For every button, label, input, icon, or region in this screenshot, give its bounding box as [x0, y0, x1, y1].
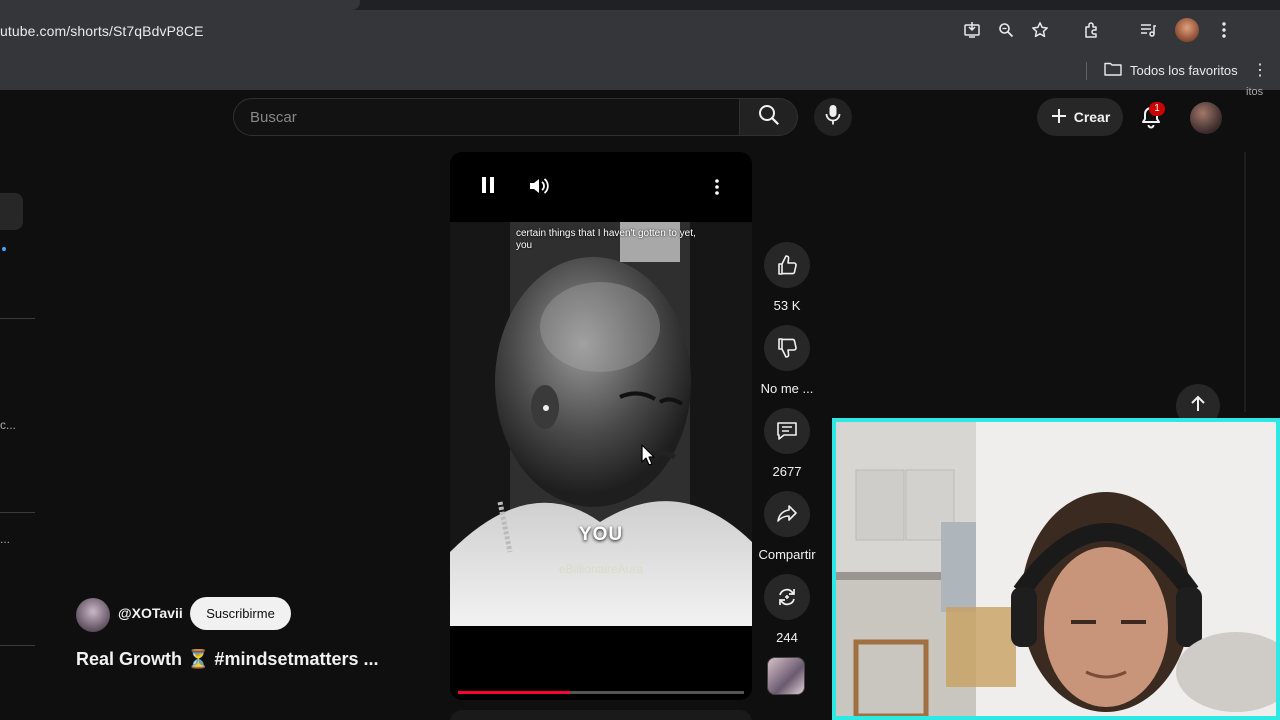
share-button[interactable]: Compartir: [757, 491, 817, 562]
voice-search-button[interactable]: [814, 98, 852, 136]
browser-menu-icon[interactable]: [1213, 19, 1235, 41]
create-button[interactable]: Crear: [1037, 98, 1123, 136]
sidebar-active-item[interactable]: [0, 193, 23, 230]
tab-strip: [0, 0, 1280, 10]
more-options-icon[interactable]: [714, 178, 720, 201]
shorts-player[interactable]: certain things that I haven't gotten to …: [450, 152, 752, 700]
search-input[interactable]: Buscar: [233, 98, 740, 136]
share-icon: [764, 491, 810, 537]
volume-icon[interactable]: [528, 176, 552, 201]
bookmarks-bar: Todos los favoritos ⋮: [0, 52, 1280, 90]
sidebar-live-dot: [2, 247, 6, 251]
bookmark-star-icon[interactable]: [1029, 19, 1051, 41]
notification-count-badge: 1: [1149, 102, 1165, 116]
like-icon: [764, 242, 810, 288]
comment-count: 2677: [772, 464, 802, 479]
remix-button[interactable]: 244: [757, 574, 817, 645]
sound-thumbnail[interactable]: [767, 657, 805, 695]
search-button[interactable]: [740, 98, 798, 136]
folder-icon: [1104, 61, 1122, 79]
search-placeholder: Buscar: [250, 108, 297, 126]
bookmark-fragment: itos: [1246, 86, 1264, 98]
webcam-overlay: [832, 418, 1280, 720]
video-title[interactable]: Real Growth ⏳ #mindsetmatters ...: [76, 649, 378, 670]
webcam-feed-image: [836, 422, 1276, 716]
dislike-label: No me ...: [760, 381, 814, 396]
progress-bar[interactable]: [458, 691, 744, 694]
comment-icon: [764, 408, 810, 454]
dislike-icon: [764, 325, 810, 371]
install-app-icon[interactable]: [961, 19, 983, 41]
video-watermark: eBillionaireAura: [558, 562, 644, 576]
active-tab[interactable]: [0, 0, 360, 10]
zoom-icon[interactable]: [995, 19, 1017, 41]
search-icon: [758, 104, 780, 131]
channel-handle[interactable]: @XOTavii: [118, 605, 183, 621]
browser-toolbar: utube.com/shorts/St7qBdvP8CE: [0, 10, 1280, 52]
dislike-button[interactable]: No me ...: [757, 325, 817, 396]
screen: ✕ utube.com/shorts/St7qBdvP8CE Todos lo: [0, 0, 1280, 720]
sidebar-divider: [0, 512, 35, 513]
sidebar-item-fragment[interactable]: c...: [0, 418, 16, 432]
right-panel-edge: [1244, 152, 1246, 412]
sidebar-divider: [0, 645, 35, 646]
caption-text: certain things that I haven't gotten to …: [516, 228, 696, 251]
remix-count: 244: [776, 630, 798, 645]
bookmarks-separator: [1086, 62, 1087, 80]
comments-button[interactable]: 2677: [757, 408, 817, 479]
account-avatar[interactable]: [1190, 102, 1222, 134]
bookmarks-overflow-icon[interactable]: ⋮: [1252, 60, 1268, 80]
extensions-icon[interactable]: [1081, 19, 1103, 41]
like-button[interactable]: 53 K: [757, 242, 817, 313]
caption-word: YOU: [578, 524, 624, 545]
all-bookmarks-label: Todos los favoritos: [1130, 62, 1238, 78]
arrow-up-icon: [1188, 394, 1208, 419]
next-short-preview[interactable]: [450, 710, 752, 720]
sidebar-item-fragment[interactable]: ...: [0, 532, 10, 546]
share-label: Compartir: [758, 547, 816, 562]
progress-bar-fill: [458, 691, 570, 694]
mouse-cursor-icon: [641, 444, 655, 471]
sidebar-divider: [0, 318, 35, 319]
profile-avatar-icon[interactable]: [1175, 18, 1199, 42]
address-bar-url[interactable]: utube.com/shorts/St7qBdvP8CE: [0, 23, 204, 39]
remix-icon: [764, 574, 810, 620]
microphone-icon: [825, 104, 841, 131]
subscribe-button[interactable]: Suscribirme: [190, 597, 291, 630]
channel-avatar[interactable]: [76, 598, 110, 632]
all-bookmarks-button[interactable]: Todos los favoritos: [1104, 61, 1238, 79]
like-count: 53 K: [773, 298, 801, 313]
youtube-header: Buscar Crear 1: [0, 90, 1280, 144]
plus-icon: [1050, 107, 1068, 128]
pause-icon[interactable]: [480, 176, 496, 199]
media-controls-icon[interactable]: [1137, 19, 1159, 41]
create-label: Crear: [1073, 109, 1111, 125]
